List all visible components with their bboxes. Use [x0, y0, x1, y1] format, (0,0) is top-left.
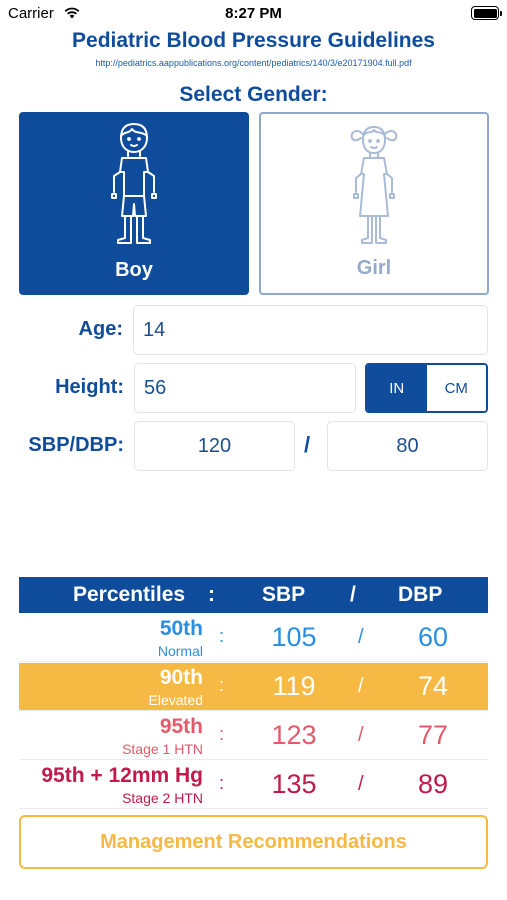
percentile-sbp-value: 105: [271, 622, 317, 652]
percentile-name: 50th: [159, 617, 203, 640]
percentile-dbp-value: 89: [417, 769, 449, 799]
height-label: Height:: [55, 376, 124, 398]
dbp-input[interactable]: 80: [327, 421, 488, 471]
percentile-slash: /: [358, 675, 364, 697]
percentile-category: Normal: [157, 643, 203, 659]
age-input[interactable]: 14: [133, 305, 488, 355]
source-link[interactable]: http://pediatrics.aappublications.org/co…: [0, 58, 507, 68]
girl-label: Girl: [356, 257, 392, 279]
unit-in-button[interactable]: IN: [367, 365, 427, 411]
dbp-header: DBP: [398, 583, 443, 606]
percentile-name: 95th + 12mm Hg: [41, 764, 203, 787]
percentile-sbp-value: 135: [271, 769, 317, 799]
percentile-colon: :: [219, 724, 225, 744]
boy-button[interactable]: Boy: [19, 112, 249, 295]
percentile-row-95th: 95th Stage 1 HTN : 123 / 77: [19, 712, 488, 760]
status-bar: Carrier 8:27 PM: [0, 0, 507, 28]
percentile-category: Stage 1 HTN: [122, 741, 203, 757]
percentile-name: 95th: [159, 715, 203, 738]
select-gender-label: Select Gender:: [179, 83, 328, 106]
girl-button[interactable]: Girl: [259, 112, 489, 295]
percentile-colon: :: [219, 675, 225, 695]
percentile-colon: :: [219, 626, 225, 646]
percentile-slash: /: [358, 773, 364, 795]
battery-icon: [471, 6, 502, 20]
sbp-header: SBP: [262, 583, 306, 606]
percentile-slash: /: [358, 626, 364, 648]
percentile-row-90th: 90th Elevated : 119 / 74: [19, 663, 488, 711]
percentile-category: Elevated: [148, 692, 203, 708]
unit-toggle: IN CM: [365, 363, 488, 413]
percentile-row-50th: 50th Normal : 105 / 60: [19, 614, 488, 662]
percentile-colon: :: [219, 773, 225, 793]
management-recommendations-button[interactable]: Management Recommendations: [19, 815, 488, 869]
percentile-name: 90th: [159, 666, 203, 689]
header-slash: /: [350, 583, 356, 606]
percentiles-header: Percentiles : SBP / DBP: [19, 577, 488, 613]
percentile-dbp-value: 74: [417, 671, 449, 701]
unit-cm-button[interactable]: CM: [426, 365, 486, 411]
sbp-dbp-label: SBP/DBP:: [28, 434, 124, 456]
percentile-sbp-value: 119: [272, 671, 316, 701]
app-title: Pediatric Blood Pressure Guidelines: [72, 29, 435, 52]
status-time: 8:27 PM: [225, 5, 282, 22]
percentile-category: Stage 2 HTN: [122, 790, 203, 806]
percentile-row-95th-plus-12: 95th + 12mm Hg Stage 2 HTN : 135 / 89: [19, 761, 488, 809]
percentiles-header-colon: :: [208, 583, 215, 606]
percentile-dbp-value: 60: [417, 622, 449, 652]
girl-figure-icon: [350, 126, 398, 244]
bp-separator: /: [304, 432, 311, 457]
sbp-input[interactable]: 120: [134, 421, 295, 471]
age-label: Age:: [78, 318, 123, 340]
percentile-slash: /: [358, 724, 364, 746]
percentile-sbp-value: 123: [271, 720, 317, 750]
percentiles-header-label: Percentiles: [73, 583, 186, 606]
percentile-dbp-value: 77: [417, 720, 449, 750]
height-input[interactable]: 56: [134, 363, 356, 413]
boy-label: Boy: [115, 259, 153, 281]
boy-figure-icon: [111, 123, 157, 244]
